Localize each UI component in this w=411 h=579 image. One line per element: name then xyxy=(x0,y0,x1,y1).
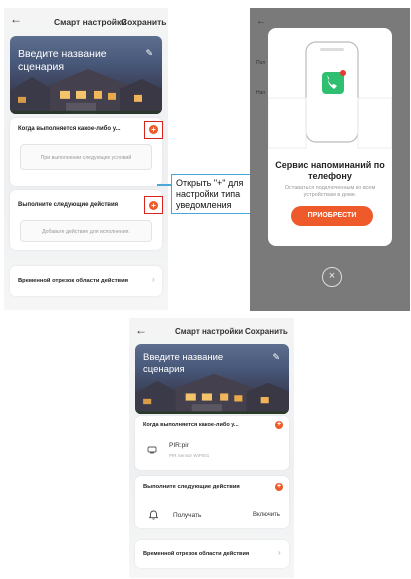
sensor-icon xyxy=(147,446,157,454)
page-title: Смарт настройки xyxy=(54,17,127,27)
time-range-row[interactable]: Временной отрезок области действия › xyxy=(135,540,289,568)
screen-phone-service-popup: ← Пол Нап Сервис напоминаний по телефону… xyxy=(250,8,410,311)
condition-placeholder-text: При выполнении следующих условий xyxy=(40,155,132,161)
add-condition-plus-icon[interactable]: + xyxy=(275,421,283,429)
background-back-arrow-icon: ← xyxy=(256,16,266,27)
condition-card: Когда выполняется какое-либо у... + При … xyxy=(10,118,163,186)
condition-heading[interactable]: Когда выполняется какое-либо у... xyxy=(18,126,121,132)
device-subtitle: PIR Sensor WIP001 xyxy=(169,453,210,458)
pencil-icon[interactable]: ✎ xyxy=(145,48,153,59)
house-illustration xyxy=(135,373,289,414)
add-action-plus-icon[interactable]: + xyxy=(275,483,283,491)
top-bar: ← Смарт настройки Сохранить xyxy=(4,8,168,30)
pencil-icon[interactable]: ✎ xyxy=(272,352,280,363)
condition-placeholder-box[interactable]: При выполнении следующих условий xyxy=(20,144,152,170)
phone-mockup-illustration xyxy=(268,41,392,149)
background-item: Нап xyxy=(256,90,266,96)
plus-highlight-frame xyxy=(144,196,163,214)
action-placeholder-box[interactable]: Добавьте действие для исполнения. xyxy=(20,220,152,242)
condition-heading[interactable]: Когда выполняется какое-либо у... xyxy=(143,422,239,428)
background-item: Пол xyxy=(256,60,266,66)
time-range-label: Временной отрезок области действия xyxy=(18,278,129,284)
action-item-label[interactable]: Получать xyxy=(173,512,201,519)
page-title: Смарт настройки xyxy=(175,327,244,336)
action-item-value[interactable]: Включить xyxy=(253,512,280,518)
top-bar: ← Смарт настройки Сохранить xyxy=(129,318,294,340)
plus-highlight-frame xyxy=(144,121,163,139)
action-heading: Выполните следующие действия xyxy=(18,202,119,208)
screen-smart-settings-configured: ← Смарт настройки Сохранить Введите назв… xyxy=(129,318,294,578)
chevron-right-icon: › xyxy=(152,275,155,284)
purchase-button[interactable]: ПРИОБРЕСТИ xyxy=(291,206,373,226)
scene-hero-image[interactable]: Введите название сценария ✎ xyxy=(10,36,162,114)
close-icon[interactable]: × xyxy=(322,267,342,287)
condition-card: Когда выполняется какое-либо у... + PIR:… xyxy=(135,416,289,470)
save-button[interactable]: Сохранить xyxy=(245,327,288,336)
save-button[interactable]: Сохранить xyxy=(121,17,167,27)
time-range-row[interactable]: Временной отрезок области действия › xyxy=(10,266,162,296)
modal-description: Оставаться подключенным ко всем устройст… xyxy=(284,185,376,198)
bell-icon xyxy=(149,510,158,520)
back-arrow-icon[interactable]: ← xyxy=(10,11,22,27)
device-name[interactable]: PIR:pir xyxy=(169,442,189,449)
action-card: Выполните следующие действия + Добавьте … xyxy=(10,190,163,250)
callout-connector xyxy=(157,184,171,186)
action-heading: Выполните следующие действия xyxy=(143,484,240,490)
back-arrow-icon[interactable]: ← xyxy=(135,322,147,338)
time-range-label: Временной отрезок области действия xyxy=(143,551,250,557)
modal-title: Сервис напоминаний по телефону xyxy=(275,160,385,181)
house-illustration xyxy=(10,69,162,114)
screen-smart-settings: ← Смарт настройки Сохранить Введите назв… xyxy=(4,8,168,310)
scene-hero-image[interactable]: Введите название сценария ✎ xyxy=(135,344,289,414)
service-modal: Сервис напоминаний по телефону Оставатьс… xyxy=(268,28,392,246)
action-placeholder-text: Добавьте действие для исполнения. xyxy=(42,229,130,235)
callout-text: Открыть "+" для настройки типа уведомлен… xyxy=(176,178,244,210)
chevron-right-icon: › xyxy=(278,548,281,557)
action-card: Выполните следующие действия + Получать … xyxy=(135,476,289,528)
